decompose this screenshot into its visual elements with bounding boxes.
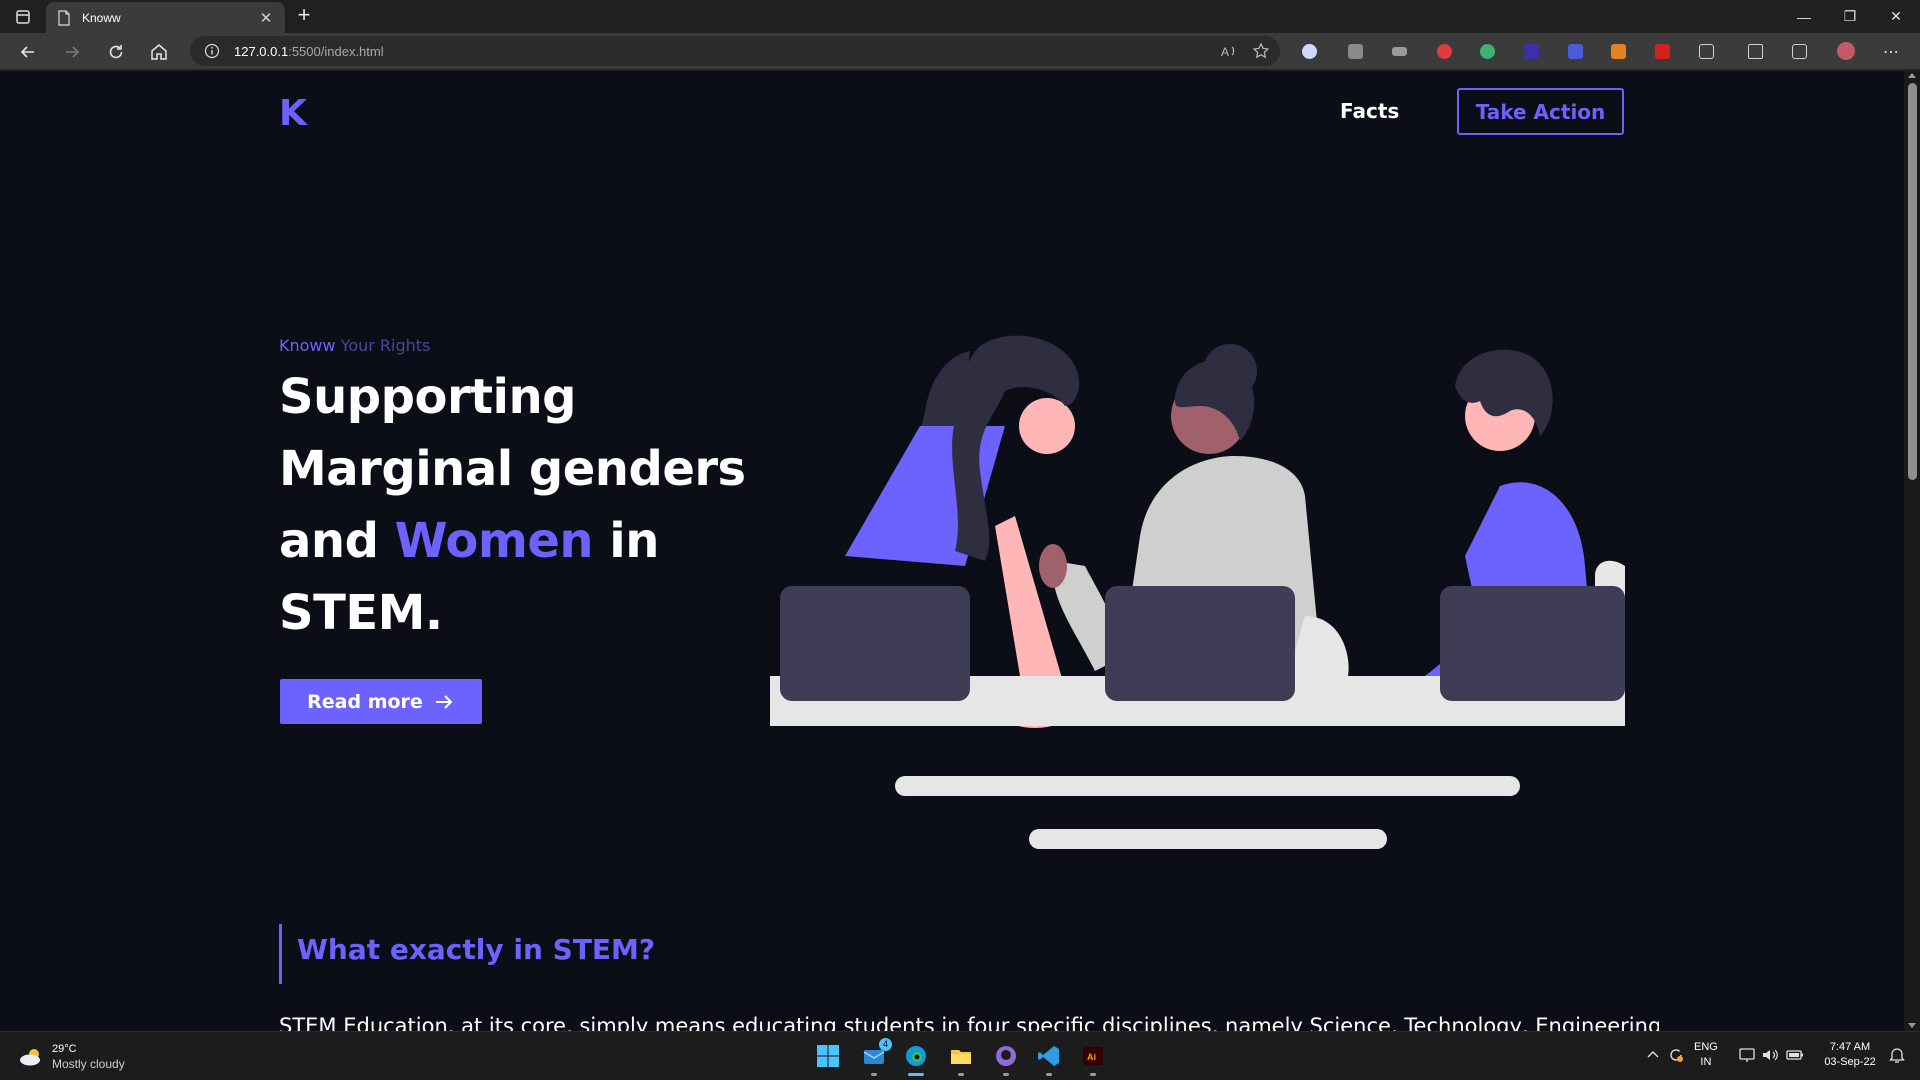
clock-date: 03-Sep-22 (1824, 1056, 1876, 1068)
svg-text:A: A (1221, 45, 1229, 59)
laptop-right-illustration (1440, 586, 1625, 701)
svg-text:Ai: Ai (1087, 1052, 1096, 1062)
headline-in: in (593, 513, 659, 569)
taskbar-vscode-app[interactable] (1033, 1040, 1065, 1076)
url-path: :5500/index.html (288, 43, 384, 59)
section-body-text: STEM Education, at its core, simply mean… (279, 1014, 1659, 1031)
back-icon[interactable] (14, 38, 42, 66)
eyebrow-brand: Knoww (279, 336, 336, 355)
tab-title: Knoww (82, 10, 121, 25)
vscode-icon (1038, 1046, 1059, 1066)
headline-line-1: Supporting (279, 369, 577, 425)
taskbar-file-explorer-app[interactable] (945, 1040, 977, 1076)
take-action-button[interactable]: Take Action (1457, 88, 1624, 135)
extension-search-icon[interactable] (1298, 40, 1320, 62)
section-title: What exactly in STEM? (297, 933, 656, 966)
language-code: ENG (1694, 1041, 1718, 1053)
taskbar: 29°C Mostly cloudy 4 Ai ENG IN 7:47 AM 0… (0, 1031, 1920, 1080)
arrow-right-icon (435, 694, 453, 709)
new-tab-button[interactable]: + (292, 4, 316, 28)
clock[interactable]: 7:47 AM 03-Sep-22 (1815, 1040, 1885, 1070)
page-viewport: K Facts Take Action Knoww Your Rights Su… (0, 71, 1904, 1031)
weather-condition: Mostly cloudy (52, 1057, 125, 1071)
notifications-icon[interactable] (1888, 1046, 1906, 1064)
extensions-puzzle-icon[interactable] (1695, 40, 1717, 62)
collections-icon[interactable] (1788, 40, 1810, 62)
page-icon (58, 9, 70, 26)
tab-actions-icon[interactable] (12, 6, 34, 28)
extension-red-badge-icon[interactable] (1433, 40, 1455, 62)
sync-icon[interactable] (1667, 1046, 1685, 1064)
close-window-button[interactable]: ✕ (1873, 0, 1919, 33)
section-accent-bar (279, 924, 282, 984)
floor-bar-long (895, 776, 1520, 796)
edge-browser-icon (906, 1046, 926, 1066)
laptop-left-illustration (780, 586, 970, 701)
taskbar-mail-app[interactable]: 4 (858, 1038, 892, 1076)
extension-green-icon[interactable] (1476, 40, 1498, 62)
site-info-icon[interactable] (204, 43, 220, 59)
cloud-sun-icon (20, 1049, 40, 1066)
language-region: IN (1700, 1056, 1712, 1068)
taskbar-github-app[interactable] (990, 1040, 1022, 1076)
language-indicator[interactable]: ENG IN (1694, 1040, 1718, 1070)
favorite-star-icon[interactable] (1252, 42, 1270, 60)
read-more-button[interactable]: Read more (280, 679, 482, 724)
taskbar-edge-app[interactable] (900, 1040, 932, 1076)
scroll-down-icon[interactable] (1908, 1023, 1916, 1028)
hero-headline: Supporting Marginal genders and Women in… (279, 361, 759, 649)
restore-button[interactable]: ❐ (1827, 0, 1873, 33)
favorites-icon[interactable] (1744, 40, 1766, 62)
refresh-icon[interactable] (102, 38, 130, 66)
address-bar[interactable]: 127.0.0.1:5500/index.html A (190, 36, 1280, 66)
scroll-thumb[interactable] (1908, 83, 1917, 480)
floor-bar-short (1029, 829, 1387, 849)
headline-line-3: and Women in (279, 505, 759, 577)
home-icon[interactable] (145, 38, 173, 66)
extension-fox-icon[interactable] (1607, 40, 1629, 62)
start-button[interactable] (812, 1040, 844, 1072)
profile-avatar[interactable] (1835, 40, 1857, 62)
hero-eyebrow: Knoww Your Rights (279, 336, 430, 355)
github-icon (996, 1046, 1016, 1066)
laptop-middle-illustration (1105, 586, 1295, 701)
clock-time: 7:47 AM (1829, 1041, 1871, 1053)
minimize-button[interactable]: — (1781, 0, 1827, 33)
folder-icon (951, 1050, 971, 1064)
volume-icon[interactable] (1761, 1046, 1779, 1064)
mail-badge: 4 (879, 1038, 892, 1051)
browser-toolbar: 127.0.0.1:5500/index.html A (0, 33, 1920, 70)
tab-close-icon[interactable]: ✕ (257, 9, 275, 27)
tab-knoww[interactable]: Knoww ✕ (46, 2, 285, 33)
extension-brackets-icon[interactable] (1520, 40, 1542, 62)
browser-titlebar: Knoww ✕ + — ❐ ✕ (0, 0, 1920, 33)
extension-k-icon[interactable] (1344, 40, 1366, 62)
forward-icon[interactable] (58, 38, 86, 66)
windows-logo-icon (817, 1045, 839, 1067)
more-menu-icon[interactable]: ⋯ (1880, 40, 1902, 62)
hero-illustration (770, 335, 1625, 849)
taskbar-illustrator-app[interactable]: Ai (1077, 1040, 1109, 1076)
page-scrollbar[interactable] (1904, 71, 1920, 1031)
scroll-up-icon[interactable] (1908, 73, 1916, 78)
extension-mail-icon[interactable] (1388, 40, 1410, 62)
illustrator-icon: Ai (1083, 1047, 1103, 1065)
battery-icon[interactable] (1786, 1046, 1804, 1064)
site-logo[interactable]: K (279, 94, 307, 134)
headline-line-4: STEM. (279, 585, 443, 641)
weather-widget[interactable]: 29°C Mostly cloudy (18, 1042, 125, 1072)
extension-pen-icon[interactable] (1564, 40, 1586, 62)
extension-red-icon[interactable] (1651, 40, 1673, 62)
weather-temp: 29°C (52, 1043, 77, 1055)
headline-line-2: Marginal genders (279, 441, 746, 497)
show-hidden-icons-chevron-icon[interactable] (1644, 1046, 1662, 1064)
url-host: 127.0.0.1 (234, 43, 289, 59)
network-icon[interactable] (1738, 1046, 1756, 1064)
eyebrow-tagline: Your Rights (335, 336, 431, 355)
read-more-label: Read more (307, 690, 423, 713)
read-aloud-icon[interactable]: A (1220, 42, 1238, 60)
headline-and: and (279, 513, 395, 569)
nav-facts-link[interactable]: Facts (1340, 99, 1399, 123)
headline-accent: Women (394, 513, 594, 569)
